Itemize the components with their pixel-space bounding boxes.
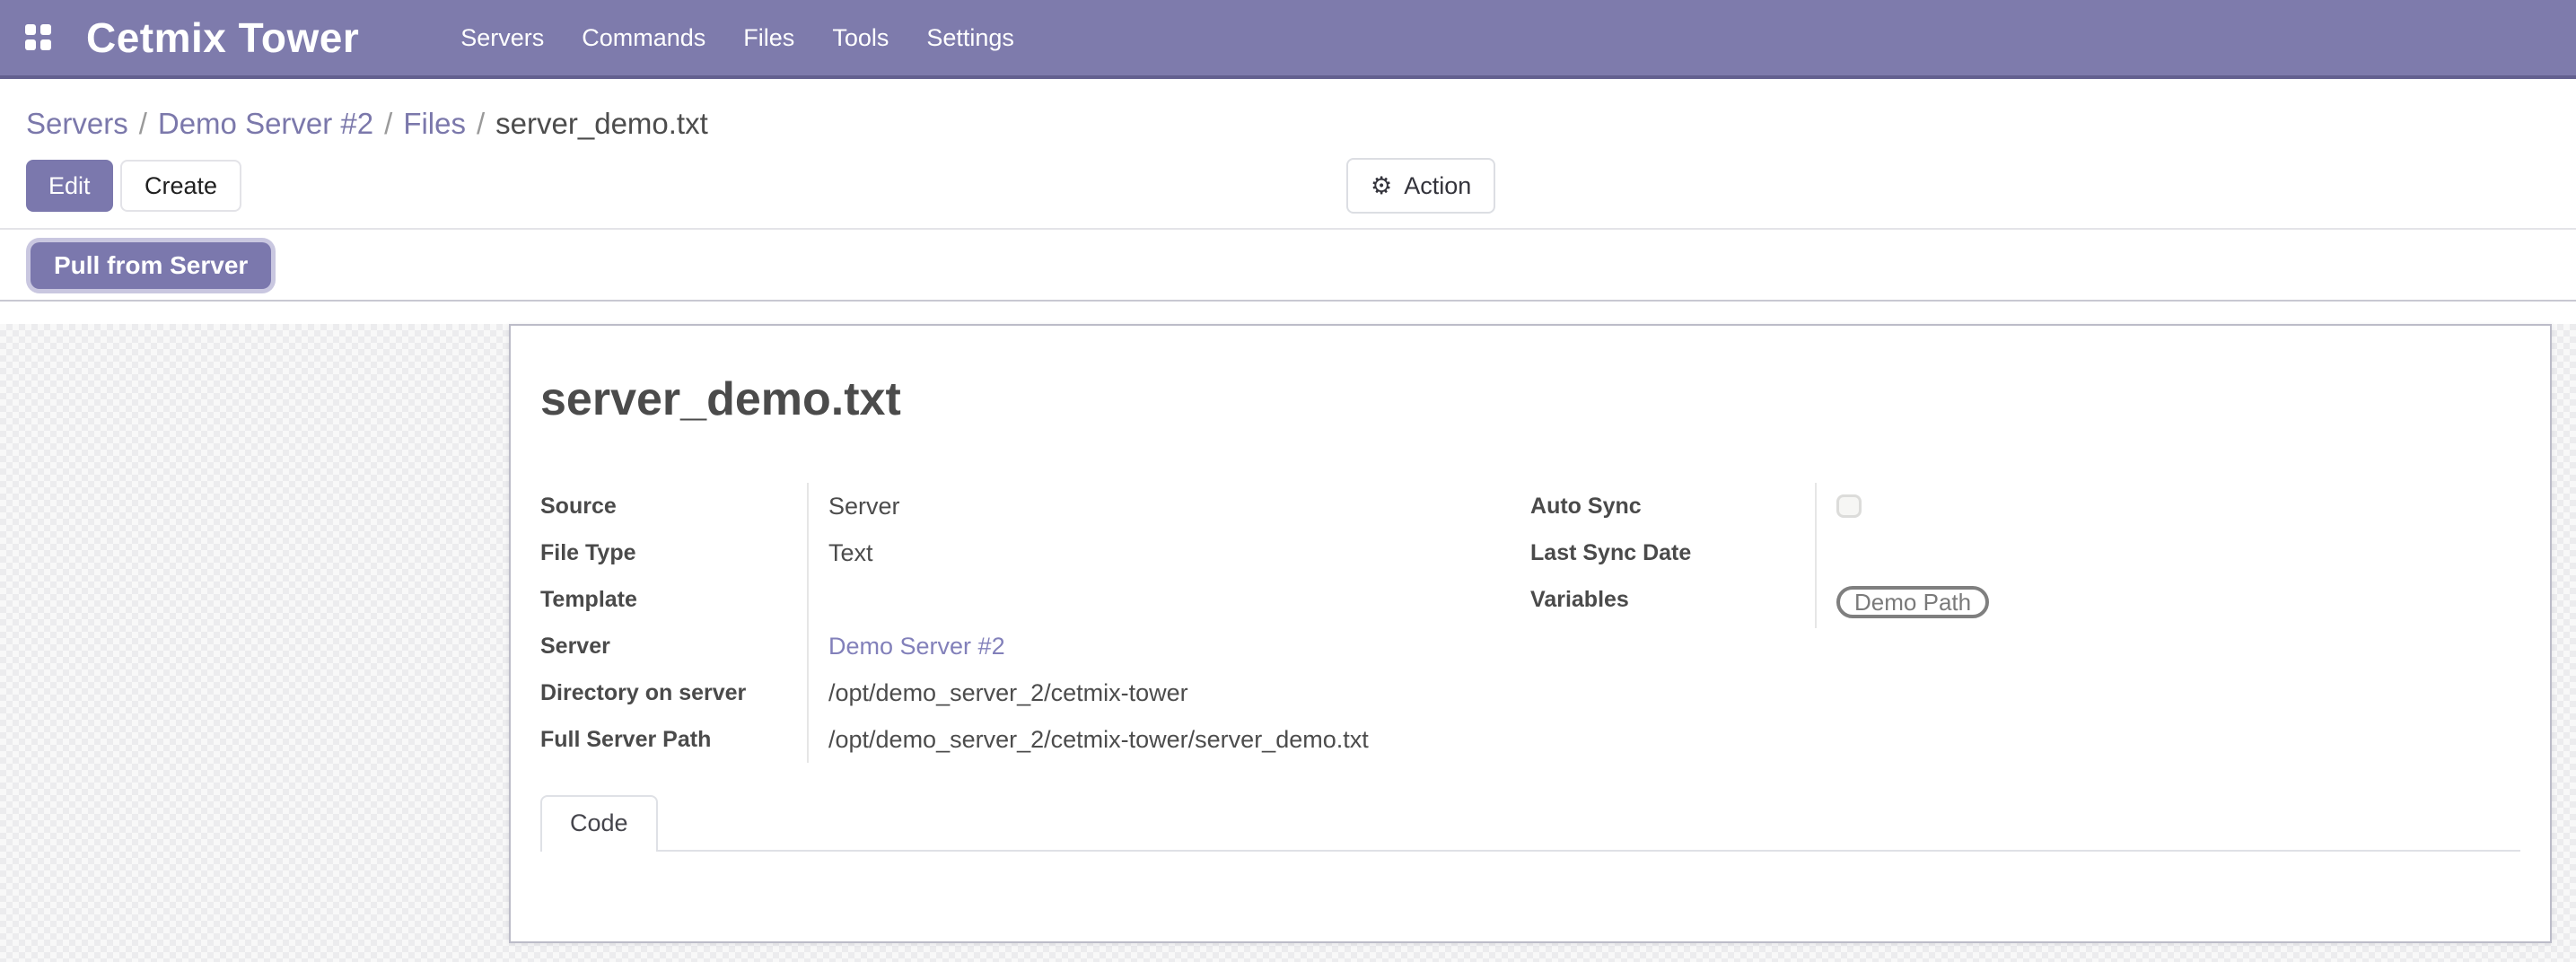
action-button-label: Action <box>1404 172 1471 200</box>
field-label-auto-sync: Auto Sync <box>1530 483 1815 529</box>
field-label-full-server-path: Full Server Path <box>540 716 807 763</box>
auto-sync-checkbox[interactable] <box>1836 494 1862 518</box>
notebook: Code <box>540 795 2520 852</box>
field-label-variables: Variables <box>1530 576 1815 628</box>
field-value-auto-sync <box>1815 483 2520 529</box>
breadcrumb-current: server_demo.txt <box>495 107 708 140</box>
field-value-last-sync-date <box>1815 529 2520 576</box>
top-navbar: Cetmix Tower Servers Commands Files Tool… <box>0 0 2576 79</box>
field-value-server: Demo Server #2 <box>807 623 1501 669</box>
app-brand[interactable]: Cetmix Tower <box>86 13 359 62</box>
breadcrumb-link-demo-server-2[interactable]: Demo Server #2 <box>158 107 373 140</box>
field-group-right: Auto Sync Last Sync Date Variables Demo … <box>1530 483 2520 763</box>
record-title: server_demo.txt <box>540 372 2520 427</box>
control-panel: Servers / Demo Server #2 / Files / server_demo… <box>0 79 2576 302</box>
field-value-full-server-path: /opt/demo_server_2/cetmix-tower/server_d… <box>807 716 1501 763</box>
field-label-last-sync-date: Last Sync Date <box>1530 529 1815 576</box>
breadcrumb-link-files[interactable]: Files <box>403 107 466 140</box>
field-value-directory-on-server: /opt/demo_server_2/cetmix-tower <box>807 669 1501 716</box>
menu-item-files[interactable]: Files <box>724 0 813 75</box>
field-group-left: Source Server File Type Text Template Se… <box>540 483 1501 763</box>
field-label-file-type: File Type <box>540 529 807 576</box>
breadcrumb-separator: / <box>477 107 485 140</box>
action-menu-button[interactable]: ⚙ Action <box>1346 158 1495 214</box>
field-value-variables: Demo Path <box>1815 576 2520 628</box>
menu-item-settings[interactable]: Settings <box>907 0 1033 75</box>
field-value-file-type: Text <box>807 529 1501 576</box>
field-groups: Source Server File Type Text Template Se… <box>540 483 2520 763</box>
variable-tag-demo-path: Demo Path <box>1836 586 1989 618</box>
breadcrumb: Servers / Demo Server #2 / Files / server_demo… <box>0 79 2576 142</box>
main-menu: Servers Commands Files Tools Settings <box>442 0 1033 75</box>
server-record-link[interactable]: Demo Server #2 <box>828 633 1005 660</box>
field-label-directory-on-server: Directory on server <box>540 669 807 716</box>
menu-item-commands[interactable]: Commands <box>563 0 724 75</box>
field-value-template <box>807 576 1501 623</box>
menu-item-servers[interactable]: Servers <box>442 0 563 75</box>
field-label-source: Source <box>540 483 807 529</box>
edit-button[interactable]: Edit <box>26 160 113 212</box>
create-button[interactable]: Create <box>120 160 241 212</box>
pull-from-server-button[interactable]: Pull from Server <box>31 242 271 289</box>
field-label-server: Server <box>540 623 807 669</box>
breadcrumb-separator: / <box>139 107 147 140</box>
field-value-source: Server <box>807 483 1501 529</box>
tab-code[interactable]: Code <box>540 795 658 852</box>
object-buttons-bar: Pull from Server <box>0 230 2576 300</box>
form-view-background: server_demo.txt Source Server File Type … <box>0 324 2576 962</box>
breadcrumb-link-servers[interactable]: Servers <box>26 107 128 140</box>
field-label-template: Template <box>540 576 807 623</box>
tab-bar: Code <box>540 795 2520 852</box>
breadcrumb-separator: / <box>384 107 392 140</box>
toolbar: Edit Create ⚙ Action <box>26 160 2576 212</box>
menu-item-tools[interactable]: Tools <box>813 0 907 75</box>
content-divider <box>0 300 2576 302</box>
gear-icon: ⚙ <box>1371 174 1392 198</box>
form-sheet: server_demo.txt Source Server File Type … <box>509 324 2552 943</box>
apps-grid-icon[interactable] <box>25 24 52 51</box>
